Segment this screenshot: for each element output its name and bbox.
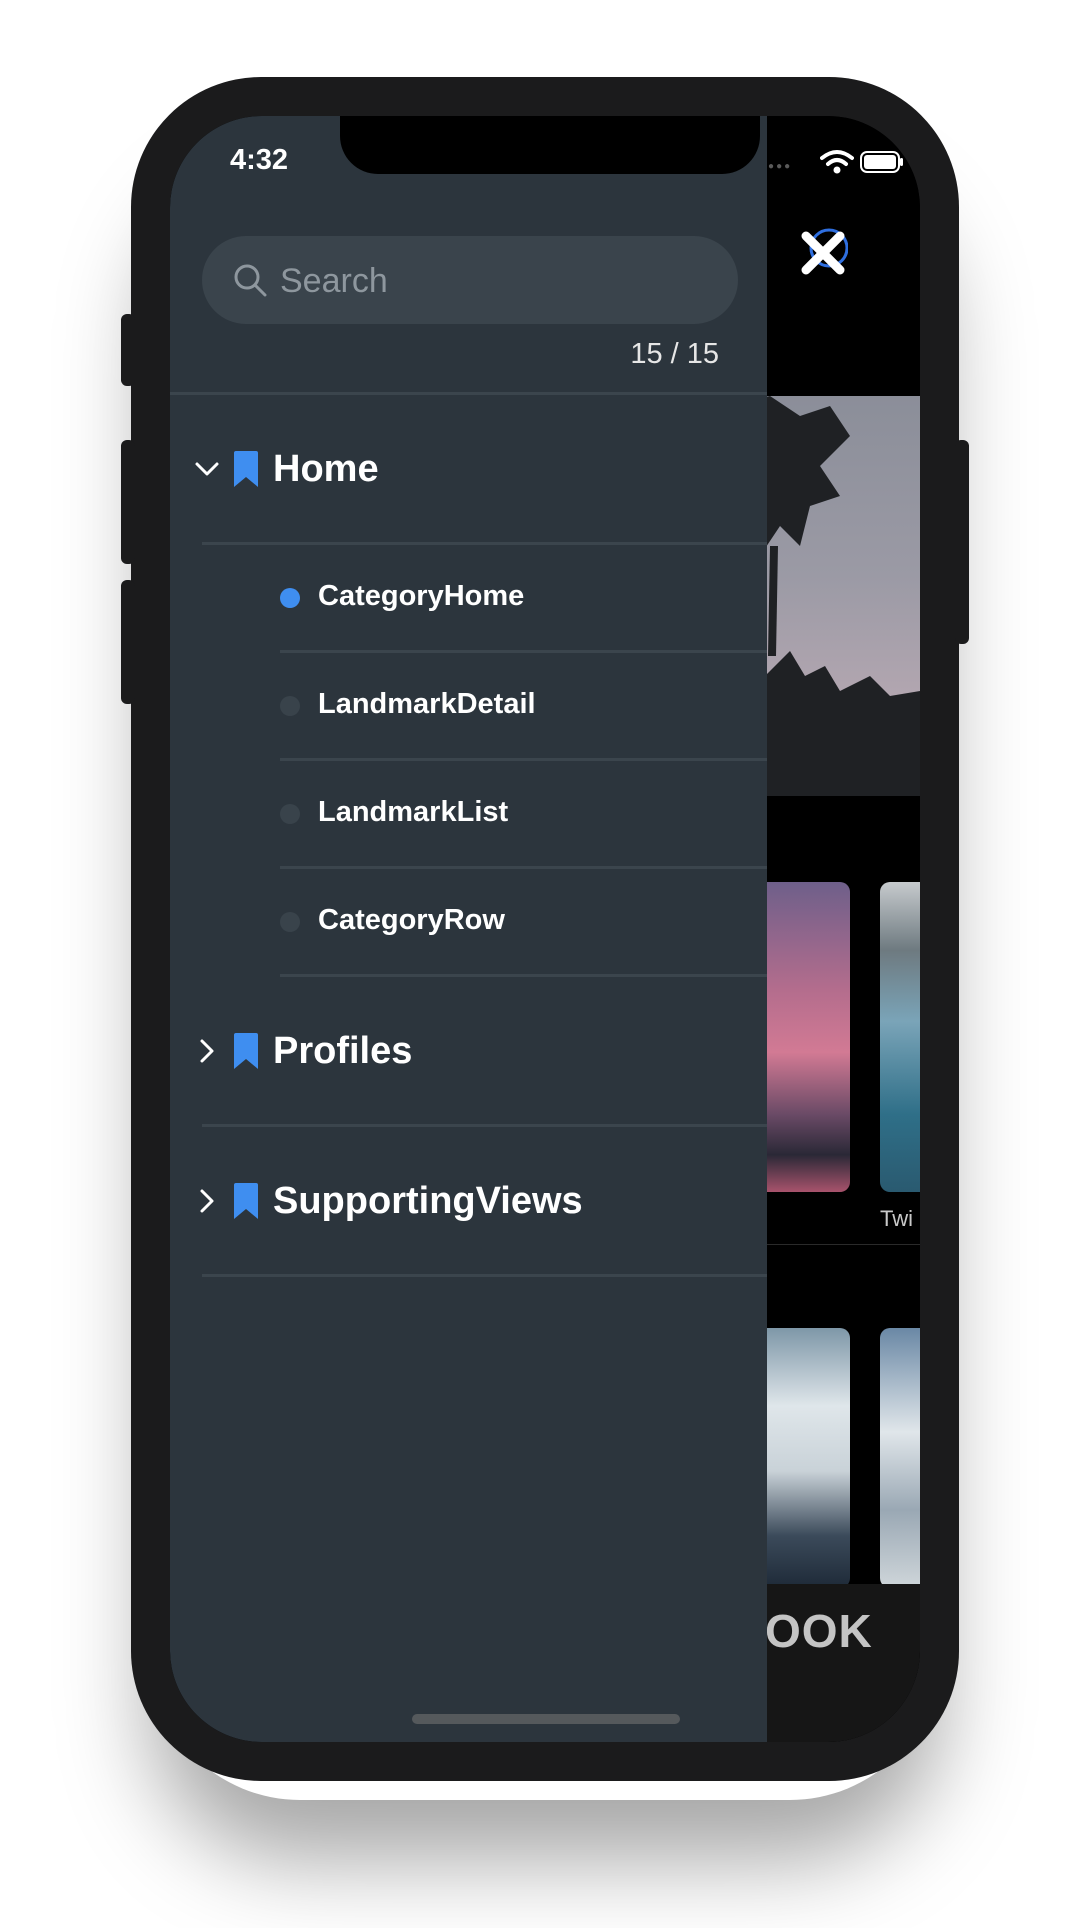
device-silent-switch <box>121 314 135 386</box>
landmark-card-4[interactable] <box>880 1328 920 1588</box>
indicator-dot <box>280 912 300 932</box>
home-indicator[interactable] <box>412 1714 680 1724</box>
bookmark-icon <box>234 451 258 487</box>
search-divider <box>170 392 767 395</box>
item-divider <box>280 650 767 653</box>
group-profiles[interactable]: Profiles <box>170 978 767 1124</box>
item-divider <box>280 974 767 977</box>
item-divider <box>280 866 767 869</box>
item-label: CategoryHome <box>318 580 525 612</box>
group-label: Home <box>273 447 379 490</box>
device-volume-down <box>121 580 135 704</box>
group-supportingviews[interactable]: SupportingViews <box>170 1128 767 1274</box>
tab-bar-label[interactable]: OOK <box>765 1604 873 1658</box>
chevron-down-icon <box>195 462 219 476</box>
item-label: LandmarkDetail <box>318 688 536 720</box>
result-count: 15 / 15 <box>630 338 719 370</box>
search-icon <box>234 264 267 297</box>
group-home[interactable]: Home <box>170 396 767 542</box>
status-indicators: ●●●● <box>760 146 903 176</box>
status-time: 4:32 <box>230 144 289 176</box>
list-item-landmarkdetail[interactable]: LandmarkDetail <box>280 654 767 758</box>
battery-icon <box>860 151 903 173</box>
item-label: CategoryRow <box>318 904 505 936</box>
chevron-right-icon <box>200 1189 214 1213</box>
device-notch <box>340 116 760 174</box>
item-label: LandmarkList <box>318 796 509 828</box>
screen: Twi OOK ●●●● 4:32 Search 15 / 15 Home Ca… <box>170 116 920 1742</box>
chevron-right-icon <box>200 1039 214 1063</box>
item-divider <box>280 758 767 761</box>
search-input[interactable] <box>278 236 712 326</box>
list-item-categoryhome[interactable]: CategoryHome <box>280 546 767 650</box>
active-indicator-dot <box>280 588 300 608</box>
group-label: Profiles <box>273 1029 413 1072</box>
bookmark-icon <box>234 1033 258 1069</box>
group-divider <box>202 1274 767 1277</box>
group-divider <box>202 1124 767 1127</box>
bookmark-icon <box>234 1183 258 1219</box>
indicator-dot <box>280 696 300 716</box>
wifi-icon <box>820 150 854 174</box>
group-label: SupportingViews <box>273 1179 583 1222</box>
landmark-card-2[interactable] <box>880 882 920 1192</box>
device-power-button <box>955 440 969 644</box>
navigation-drawer: 4:32 15 / 15 Home CategoryHome <box>170 116 767 1742</box>
landmark-caption: Twi <box>880 1206 913 1231</box>
list-item-categoryrow[interactable]: CategoryRow <box>280 870 767 974</box>
search-field[interactable] <box>202 236 738 326</box>
indicator-dot <box>280 804 300 824</box>
device-volume-up <box>121 440 135 564</box>
group-divider <box>202 542 767 545</box>
close-icon[interactable] <box>798 228 848 278</box>
list-item-landmarklist[interactable]: LandmarkList <box>280 762 767 866</box>
